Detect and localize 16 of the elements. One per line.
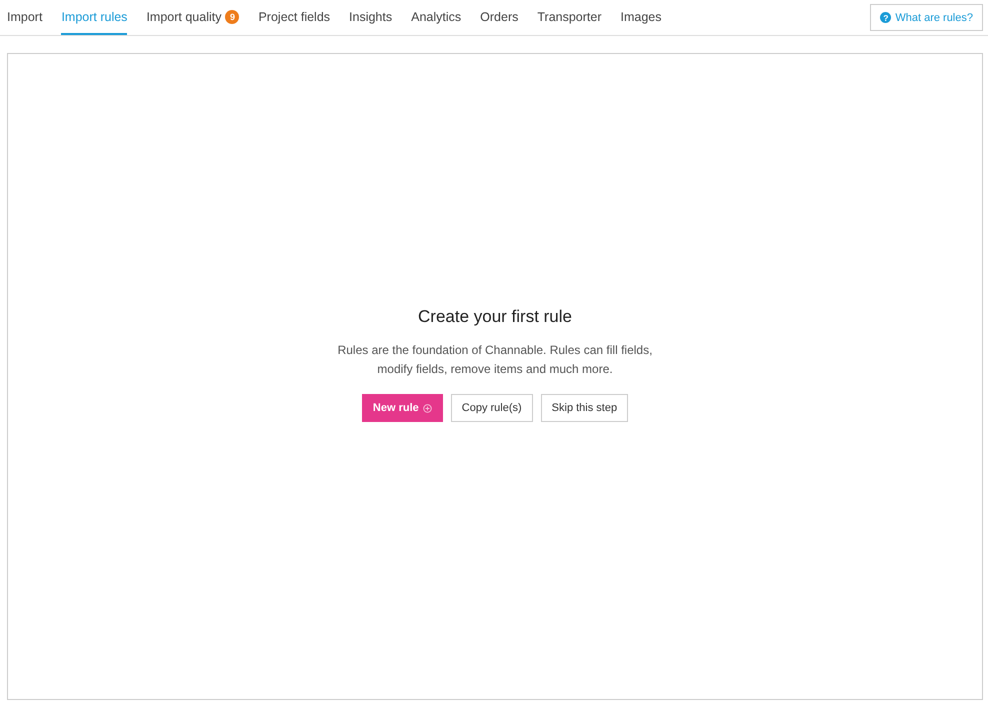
action-button[interactable]: Copy rule(s): [450, 394, 533, 422]
nav-tab[interactable]: Project fields: [258, 0, 330, 35]
nav-tab[interactable]: Transporter: [537, 0, 602, 35]
nav-tab[interactable]: Insights: [349, 0, 392, 35]
nav-tab[interactable]: Import: [7, 0, 42, 35]
count-badge: 9: [225, 10, 240, 24]
nav-tab[interactable]: Orders: [480, 0, 518, 35]
nav-tab[interactable]: Import quality 9: [146, 0, 240, 35]
help-icon: ?: [880, 12, 892, 23]
new-rule-button[interactable]: New rule: [362, 394, 443, 422]
nav-tab[interactable]: Images: [620, 0, 662, 35]
empty-title: Create your first rule: [418, 307, 572, 327]
nav-tab[interactable]: Analytics: [411, 0, 462, 35]
action-button[interactable]: Skip this step: [540, 394, 628, 422]
empty-description: Rules are the foundation of Channable. Rules can fill fields, modify fields, remove items and much more.: [336, 342, 654, 378]
plus-circle-icon: [422, 404, 432, 412]
